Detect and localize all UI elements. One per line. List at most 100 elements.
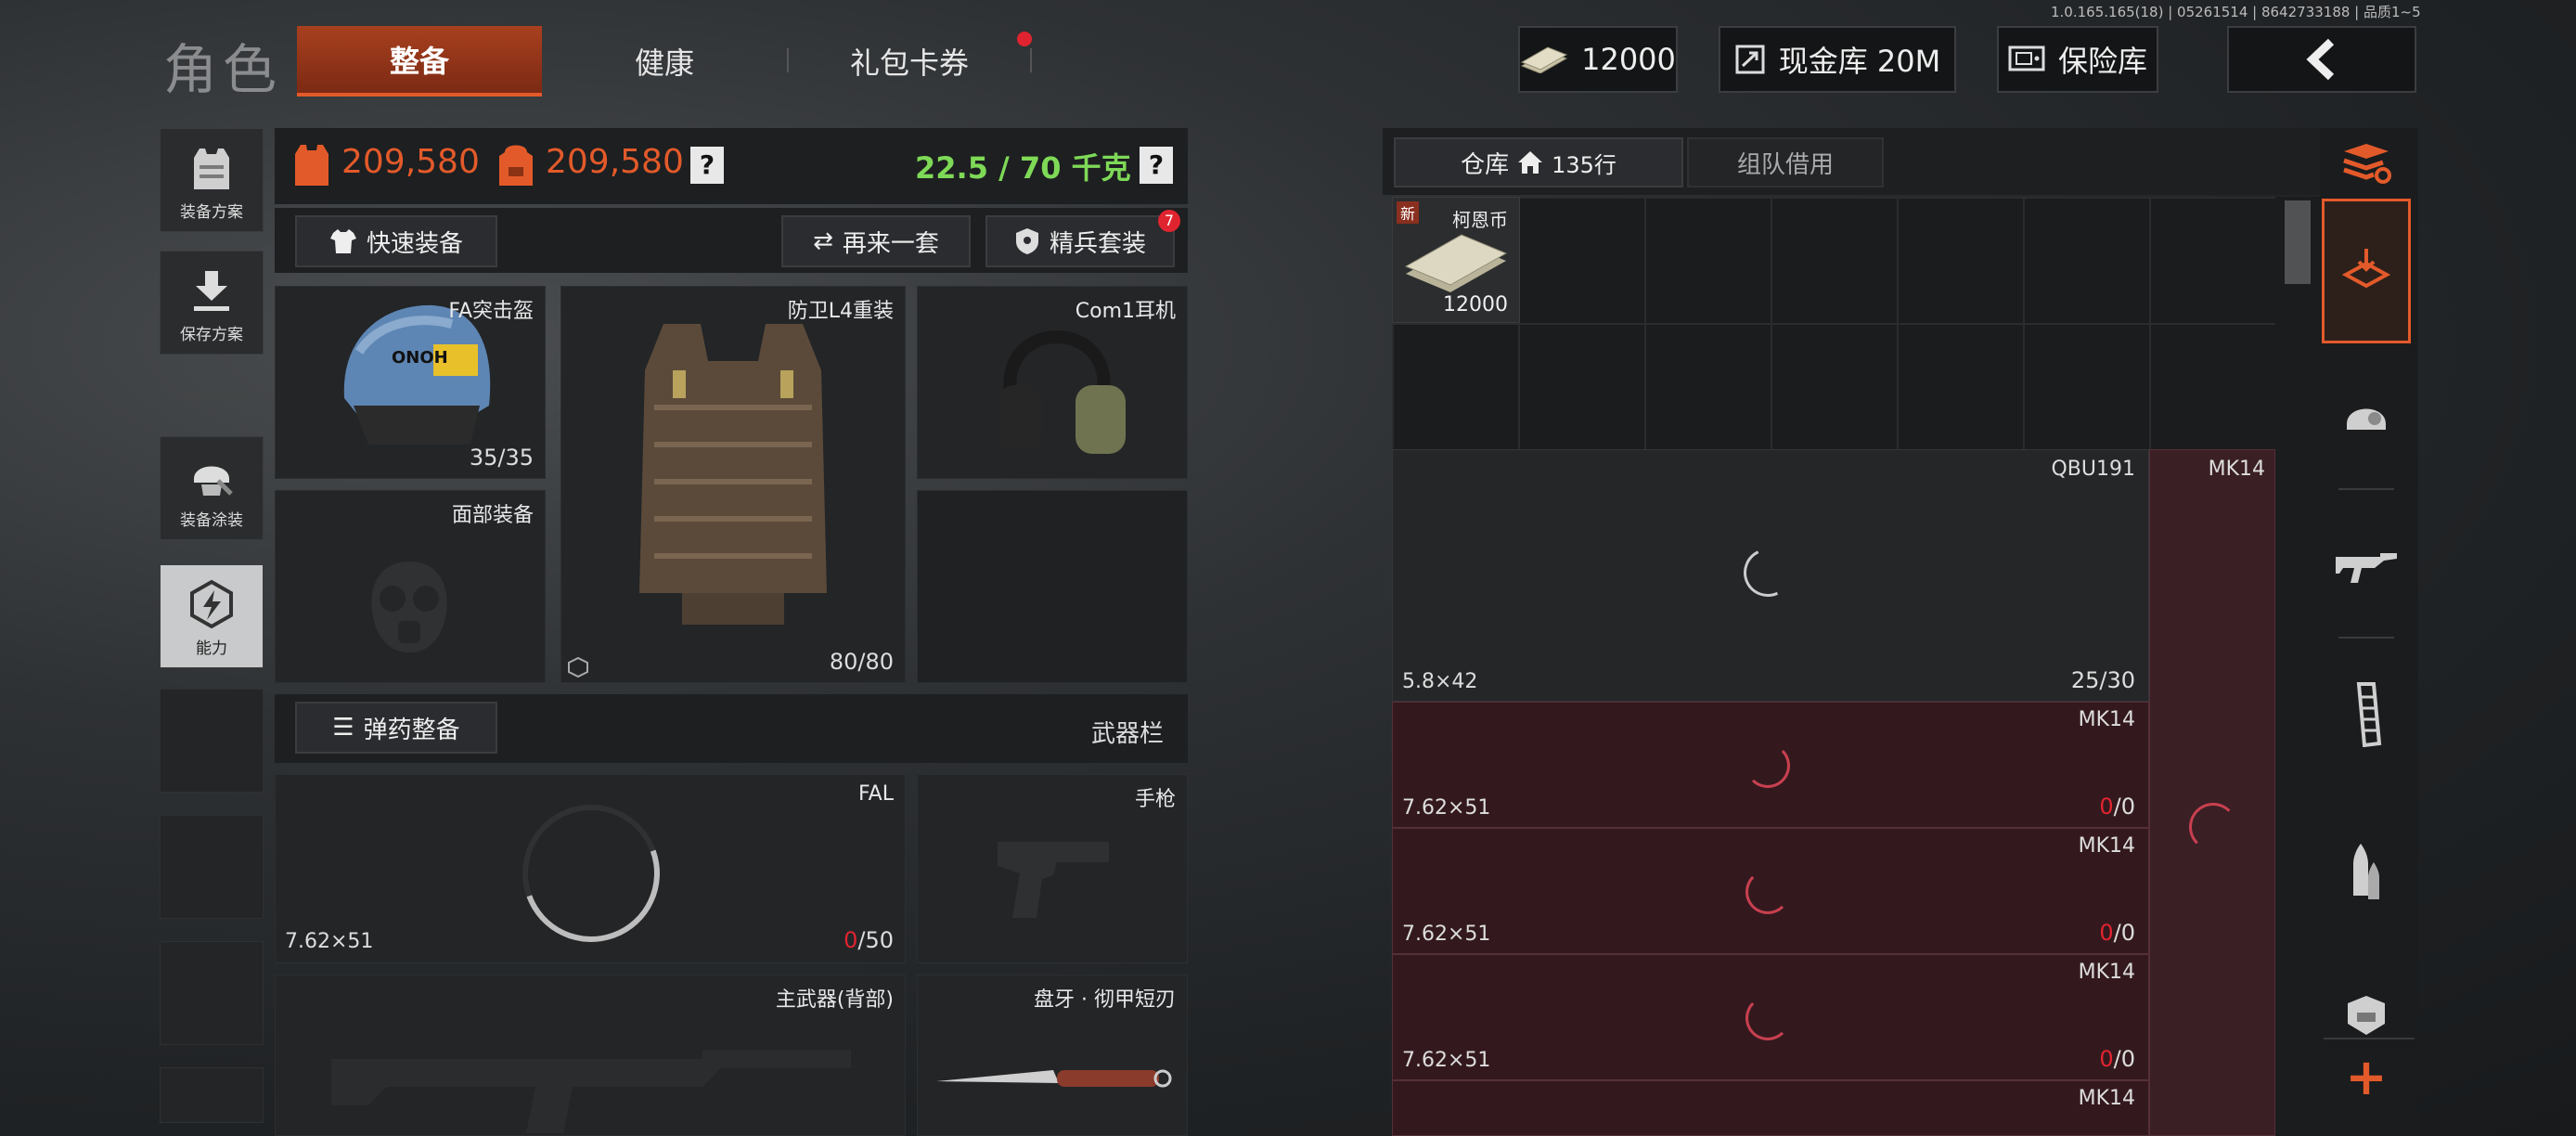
item-name: 柯恩币 — [1452, 209, 1508, 231]
ammo-icon — [2353, 844, 2379, 899]
warehouse-item-coin[interactable]: 新 柯恩币 12000 — [1392, 197, 1520, 323]
helmet-label: FA突击盔 — [448, 300, 534, 323]
item-caliber: 7.62×51 — [1402, 796, 1491, 820]
helmet-slot[interactable]: ONOH FA突击盔 35/35 — [275, 286, 546, 479]
help-button[interactable]: ? — [1140, 147, 1173, 184]
headset-image — [999, 330, 1126, 454]
face-slot[interactable]: 面部装备 — [275, 490, 546, 683]
safe-button[interactable]: 保险库 — [1997, 26, 2158, 93]
back-button[interactable] — [2227, 26, 2416, 93]
sidebar-item-label: 能力 — [196, 639, 227, 658]
tab-warehouse[interactable]: 仓库 135行 — [1394, 137, 1683, 187]
sidebar-item-label: 装备方案 — [180, 203, 243, 222]
armor-slot[interactable]: 防卫L4重装 80/80 — [560, 286, 906, 683]
warehouse-item-magazine[interactable]: MK14 7.62×51 0/0 — [1392, 954, 2149, 1080]
notification-dot — [1017, 32, 1032, 46]
tab-equipment[interactable]: 整备 — [297, 26, 542, 97]
sidebar-item-label: 保存方案 — [180, 326, 243, 344]
ammo-equip-button[interactable]: ☰ 弹药整备 — [295, 702, 497, 754]
loading-spinner — [1745, 743, 1790, 788]
ammo-current: 0 — [2099, 1046, 2114, 1072]
back-weapon-slot[interactable]: 主武器(背部) — [275, 975, 906, 1136]
item-caliber: 7.62×51 — [1402, 923, 1491, 946]
ammo-equip-label: 弹药整备 — [363, 716, 460, 744]
weight-display: 22.5 / 70 千克 — [915, 150, 1131, 186]
cash-vault-button[interactable]: 现金库 20M — [1719, 26, 1956, 93]
toolbar-divider — [2324, 1038, 2415, 1039]
pistol-icon — [998, 842, 1109, 918]
help-button[interactable]: ? — [690, 147, 724, 184]
sidebar-item-save-plan[interactable]: 保存方案 — [160, 251, 264, 355]
ammo-total: /0 — [2113, 794, 2135, 820]
category-ammo[interactable] — [2322, 817, 2411, 928]
item-name: QBU191 — [2051, 458, 2135, 481]
category-helmet[interactable] — [2322, 362, 2411, 473]
cube-icon — [568, 656, 588, 678]
total-value: 209,580 — [546, 143, 684, 181]
tab-health[interactable]: 健康 — [542, 26, 787, 97]
add-category-button[interactable]: + — [2322, 1041, 2411, 1112]
warehouse-item-magazine[interactable]: MK14 7.62×51 0/0 — [1392, 828, 2149, 954]
sort-icon — [2343, 144, 2391, 184]
armor-plate-icon — [2348, 996, 2385, 1035]
helmet-durability: 35/35 — [469, 445, 534, 471]
currency-amount: 12000 — [1581, 42, 1676, 77]
quick-equip-label: 快速装备 — [366, 229, 463, 258]
warehouse-item-magazine[interactable]: MK14 — [1392, 1080, 2149, 1136]
melee-slot[interactable]: 盘牙 · 彻甲短刃 — [917, 975, 1188, 1136]
sidebar-empty-slot — [160, 815, 264, 919]
vault-icon — [1735, 45, 1765, 74]
vest-icon — [194, 148, 229, 189]
gas-mask-icon — [371, 562, 447, 652]
sidebar-item-skin[interactable]: 装备涂装 — [160, 436, 264, 540]
item-name: MK14 — [2078, 708, 2135, 731]
loading-spinner — [1745, 996, 1790, 1040]
elite-set-button[interactable]: 精兵套装 — [985, 215, 1175, 267]
headset-slot[interactable]: Com1耳机 — [917, 286, 1188, 479]
loading-spinner — [1745, 870, 1790, 914]
category-all[interactable] — [2322, 199, 2411, 343]
tab-team-borrow[interactable]: 组队借用 — [1687, 137, 1884, 187]
category-magazine[interactable] — [2322, 659, 2411, 770]
scrollbar-thumb[interactable] — [2285, 200, 2311, 284]
headset-label: Com1耳机 — [1075, 300, 1176, 323]
magazine-icon — [2356, 682, 2382, 747]
warehouse-item-magazine[interactable]: MK14 7.62×51 0/0 — [1392, 702, 2149, 828]
category-rifle[interactable] — [2322, 510, 2411, 622]
warehouse-item-qbu191[interactable]: QBU191 5.8×42 25/30 — [1392, 449, 2149, 702]
warehouse-item-mk14[interactable]: MK14 — [2149, 449, 2275, 1136]
item-name: MK14 — [2208, 458, 2265, 481]
toolbar-divider — [2338, 488, 2394, 490]
pistol-slot[interactable]: 手枪 — [917, 774, 1188, 963]
elite-set-label: 精兵套装 — [1049, 229, 1146, 258]
melee-label: 盘牙 · 彻甲短刃 — [1034, 988, 1176, 1012]
scrollbar-track[interactable] — [2275, 197, 2320, 1136]
armor-value-icon — [295, 145, 328, 186]
loading-spinner — [499, 781, 683, 965]
download-icon — [194, 271, 229, 311]
ammo-total: /50 — [857, 927, 894, 953]
toolbar-divider — [2338, 637, 2394, 639]
sort-button[interactable] — [2322, 128, 2411, 199]
safe-label: 保险库 — [2057, 44, 2147, 79]
again-button[interactable]: ⇄ 再来一套 — [781, 215, 971, 267]
chevron-left-icon — [2306, 38, 2335, 81]
empty-equipment-slot[interactable] — [917, 490, 1188, 683]
item-name: MK14 — [2078, 834, 2135, 858]
sidebar-item-ability[interactable]: 能力 — [160, 564, 264, 668]
import-icon — [2341, 249, 2391, 289]
quick-equip-button[interactable]: 快速装备 — [295, 215, 497, 267]
item-count: 25/30 — [2070, 667, 2135, 693]
item-caliber: 7.62×51 — [1402, 1049, 1491, 1072]
safe-icon — [2008, 45, 2045, 71]
cash-icon — [1520, 46, 1568, 73]
warehouse-tab-label: 仓库 — [1461, 150, 1510, 179]
ammo-total: /0 — [2113, 920, 2135, 946]
primary-weapon-slot[interactable]: FAL 7.62×51 0/50 — [275, 774, 906, 965]
currency-display[interactable]: 12000 — [1518, 26, 1678, 93]
again-label: 再来一套 — [842, 229, 939, 258]
sidebar-item-loadout-plan[interactable]: 装备方案 — [160, 128, 264, 232]
weapon-bar-label: 武器栏 — [1091, 720, 1165, 748]
lightning-icon — [190, 579, 233, 629]
tab-gift-coupons[interactable]: 礼包卡券 — [789, 26, 1030, 97]
